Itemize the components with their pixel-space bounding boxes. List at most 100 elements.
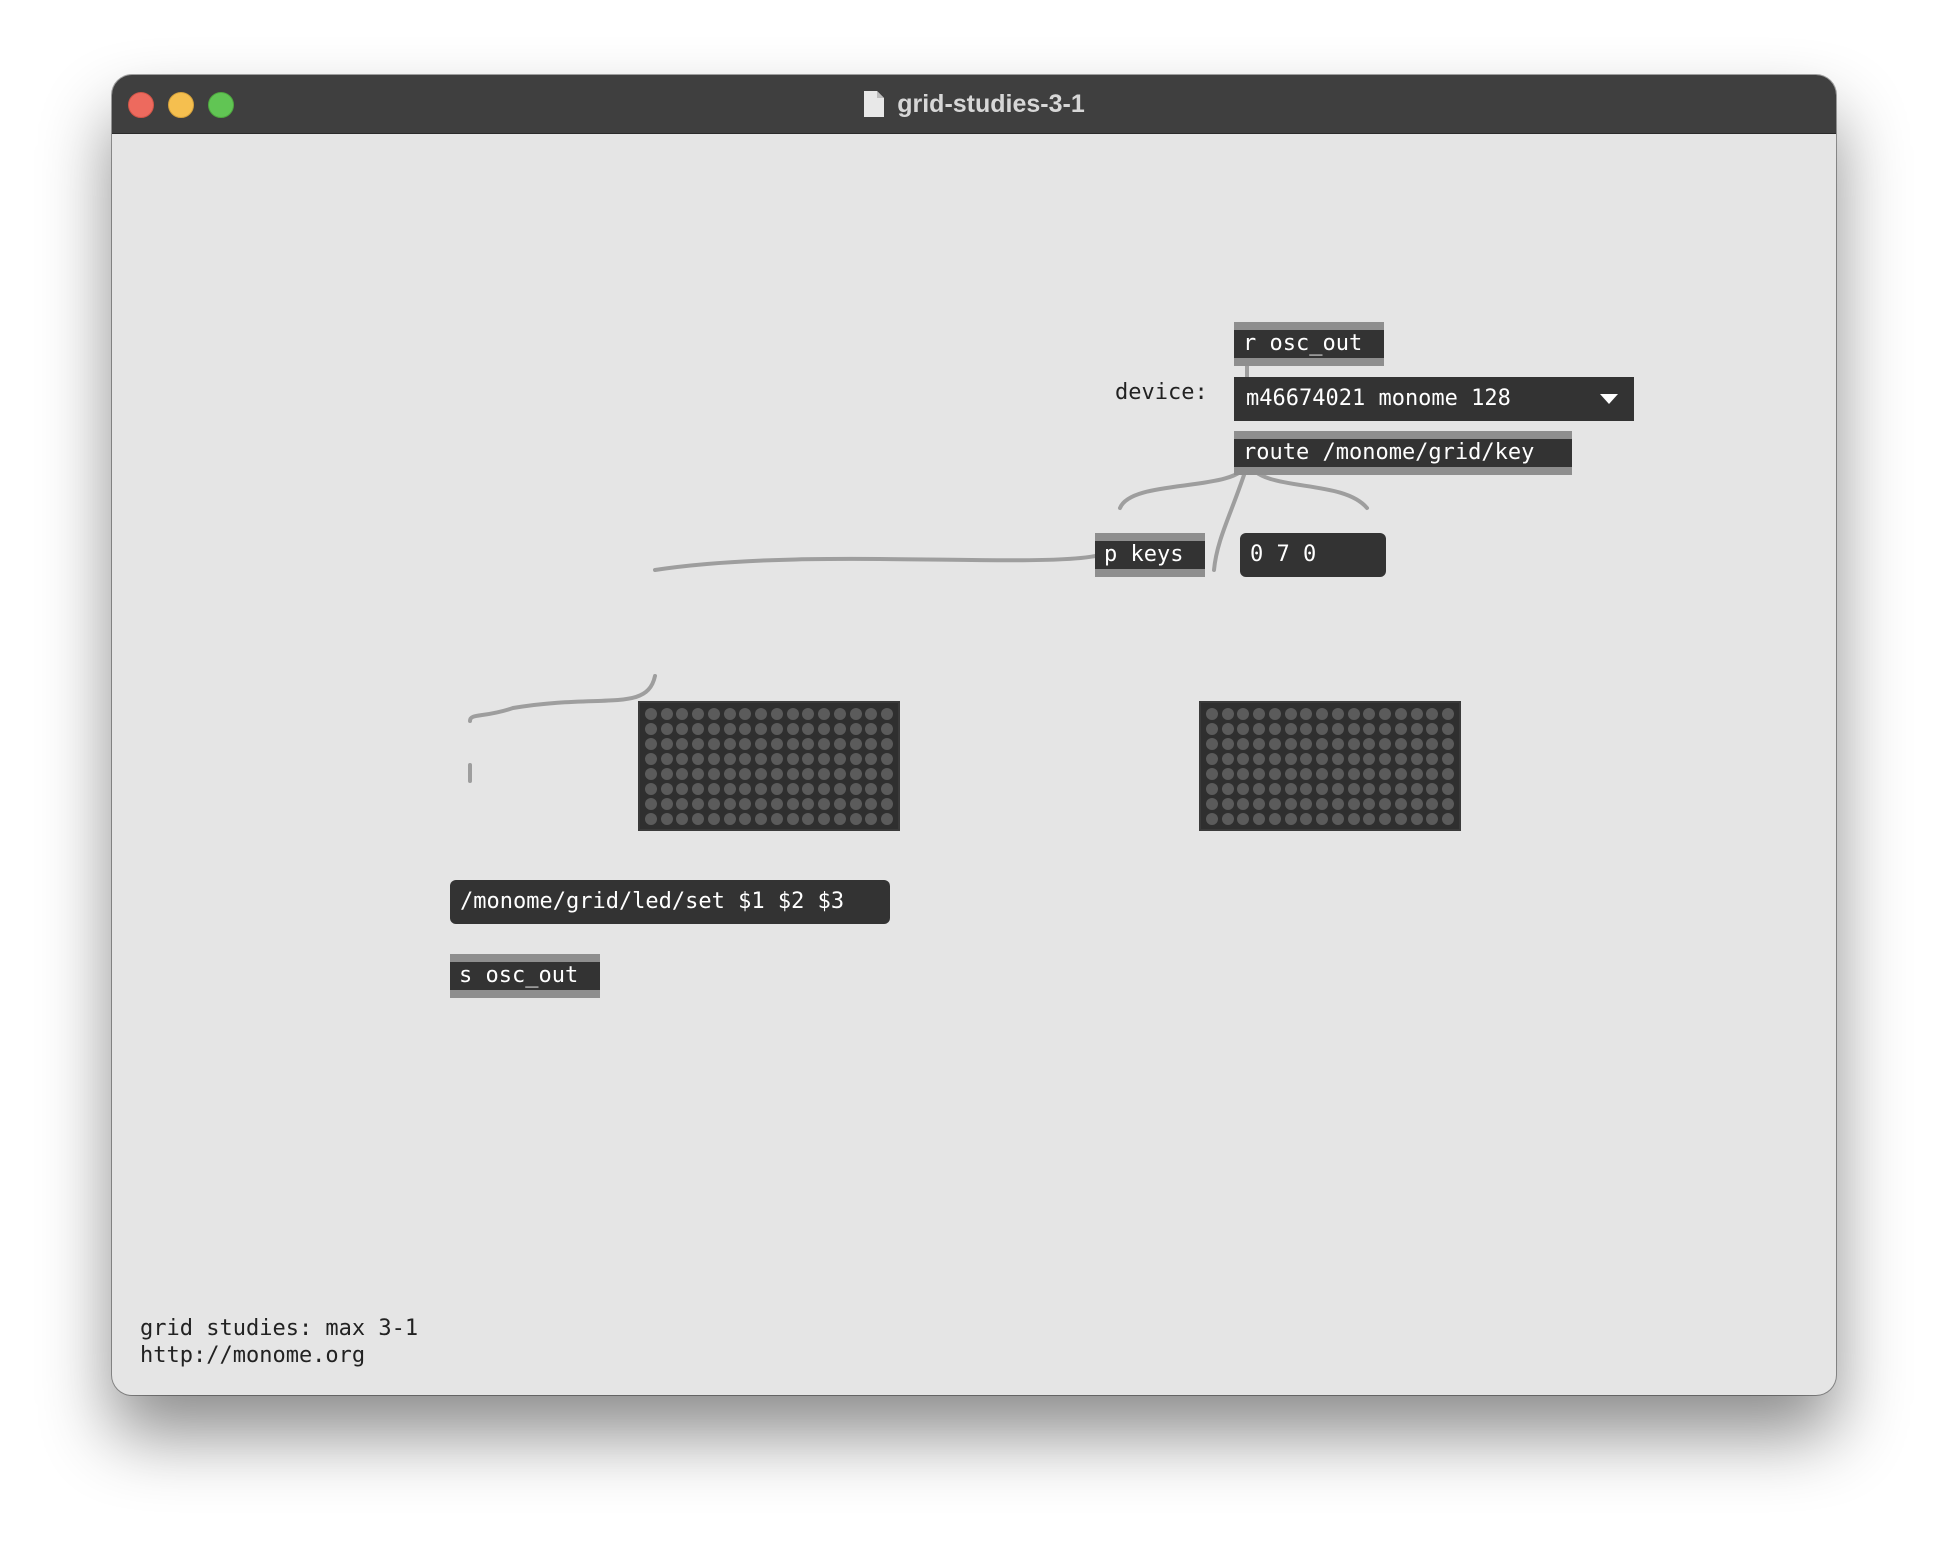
grid-cell[interactable] [1363,752,1376,765]
grid-cell[interactable] [1410,752,1423,765]
grid-cell[interactable] [644,797,657,810]
grid-cell[interactable] [1347,782,1360,795]
grid-cell[interactable] [1316,797,1329,810]
grid-cell[interactable] [1205,767,1218,780]
grid-cell[interactable] [1221,737,1234,750]
grid-cell[interactable] [755,812,768,825]
grid-cell[interactable] [849,722,862,735]
grid-cell[interactable] [849,767,862,780]
grid-cell[interactable] [1253,722,1266,735]
grid-cell[interactable] [881,752,894,765]
grid-cell[interactable] [770,752,783,765]
grid-cell[interactable] [1205,752,1218,765]
grid-cell[interactable] [1442,752,1455,765]
grid-cell[interactable] [833,752,846,765]
grid-cell[interactable] [1237,737,1250,750]
grid-cell[interactable] [1316,752,1329,765]
grid-cell[interactable] [1253,752,1266,765]
grid-cell[interactable] [1379,767,1392,780]
grid-cell[interactable] [692,812,705,825]
grid-cell[interactable] [1426,737,1439,750]
grid-cell[interactable] [1284,767,1297,780]
grid-cell[interactable] [833,707,846,720]
grid-cell[interactable] [1442,737,1455,750]
grid-cell[interactable] [770,782,783,795]
grid-cell[interactable] [644,782,657,795]
grid-cell[interactable] [755,722,768,735]
grid-cell[interactable] [739,722,752,735]
grid-cell[interactable] [723,797,736,810]
grid-cell[interactable] [1331,797,1344,810]
grid-cell[interactable] [849,812,862,825]
grid-cell[interactable] [723,737,736,750]
grid-cell[interactable] [1316,707,1329,720]
grid-cell[interactable] [786,782,799,795]
grid-cell[interactable] [770,737,783,750]
grid-cell[interactable] [1394,797,1407,810]
grid-cell[interactable] [1331,737,1344,750]
grid-cell[interactable] [1426,722,1439,735]
grid-cell[interactable] [1253,707,1266,720]
grid-cell[interactable] [1394,782,1407,795]
grid-cell[interactable] [1221,782,1234,795]
grid-cell[interactable] [818,767,831,780]
grid-cell[interactable] [802,722,815,735]
grid-cell[interactable] [723,812,736,825]
grid-cell[interactable] [755,782,768,795]
grid-cell[interactable] [1347,707,1360,720]
grid-cell[interactable] [1268,752,1281,765]
grid-cell[interactable] [1426,752,1439,765]
grid-cell[interactable] [676,752,689,765]
grid-cell[interactable] [802,737,815,750]
grid-cell[interactable] [1316,767,1329,780]
grid-cell[interactable] [770,812,783,825]
grid-cell[interactable] [1442,797,1455,810]
grid-matrix-right[interactable] [1199,701,1461,831]
grid-cell[interactable] [833,767,846,780]
grid-cell[interactable] [1253,797,1266,810]
grid-cell[interactable] [802,782,815,795]
grid-cell[interactable] [755,752,768,765]
grid-cell[interactable] [1410,797,1423,810]
grid-cell[interactable] [1316,782,1329,795]
grid-cell[interactable] [707,767,720,780]
grid-cell[interactable] [1394,767,1407,780]
grid-cell[interactable] [1347,752,1360,765]
grid-cell[interactable] [1205,722,1218,735]
grid-cell[interactable] [644,752,657,765]
grid-cell[interactable] [1237,812,1250,825]
grid-cell[interactable] [770,707,783,720]
grid-cell[interactable] [818,782,831,795]
grid-cell[interactable] [1205,797,1218,810]
grid-cell[interactable] [1442,722,1455,735]
grid-cell[interactable] [1237,707,1250,720]
grid-cell[interactable] [786,752,799,765]
grid-cell[interactable] [1237,722,1250,735]
grid-cell[interactable] [1205,782,1218,795]
grid-cell[interactable] [786,722,799,735]
grid-cell[interactable] [1253,737,1266,750]
grid-cell[interactable] [755,737,768,750]
grid-cell[interactable] [1221,797,1234,810]
grid-cell[interactable] [1316,722,1329,735]
grid-cell[interactable] [1442,707,1455,720]
grid-cell[interactable] [1347,812,1360,825]
grid-cell[interactable] [660,797,673,810]
grid-cell[interactable] [1331,782,1344,795]
grid-cell[interactable] [865,797,878,810]
grid-cell[interactable] [1394,722,1407,735]
grid-cell[interactable] [723,782,736,795]
grid-cell[interactable] [1363,797,1376,810]
grid-cell[interactable] [1300,722,1313,735]
grid-cell[interactable] [1284,752,1297,765]
grid-cell[interactable] [1268,722,1281,735]
grid-cell[interactable] [1300,707,1313,720]
grid-cell[interactable] [755,797,768,810]
grid-cell[interactable] [707,782,720,795]
grid-cell[interactable] [849,782,862,795]
grid-cell[interactable] [707,797,720,810]
route-monome-grid-key-object[interactable]: route /monome/grid/key [1234,431,1572,475]
grid-cell[interactable] [1331,722,1344,735]
grid-cell[interactable] [1442,812,1455,825]
grid-cell[interactable] [739,812,752,825]
